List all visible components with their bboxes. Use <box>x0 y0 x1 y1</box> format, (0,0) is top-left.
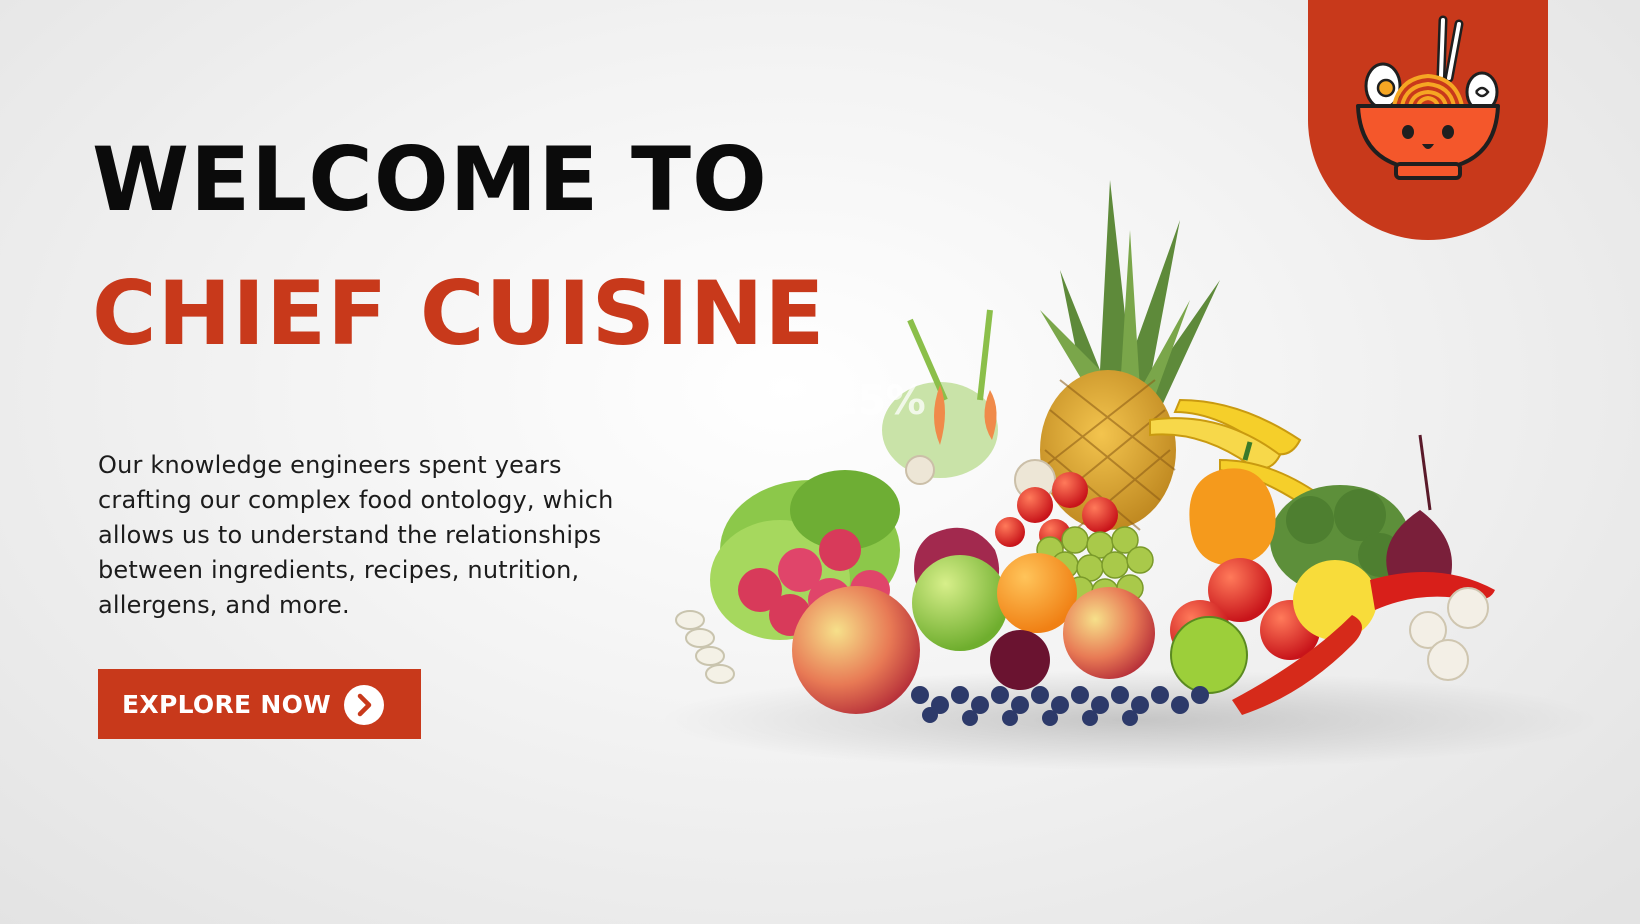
lemon <box>1293 560 1377 640</box>
lime <box>1170 616 1248 694</box>
image-overlay-text: 25% <box>830 378 926 424</box>
red-apple-right <box>1063 587 1155 679</box>
red-apple-left <box>792 586 920 714</box>
chevron-right-circle-icon <box>344 685 384 725</box>
explore-now-label: EXPLORE NOW <box>122 689 332 719</box>
green-apple <box>912 555 1008 651</box>
plum <box>990 630 1050 690</box>
hero-description: Our knowledge engineers spent years craf… <box>98 451 614 619</box>
yellow-pepper <box>1189 468 1276 566</box>
produce-image <box>660 180 1600 770</box>
explore-now-button[interactable]: EXPLORE NOW <box>98 669 421 739</box>
scallions <box>675 610 735 684</box>
garlic <box>1409 587 1489 681</box>
